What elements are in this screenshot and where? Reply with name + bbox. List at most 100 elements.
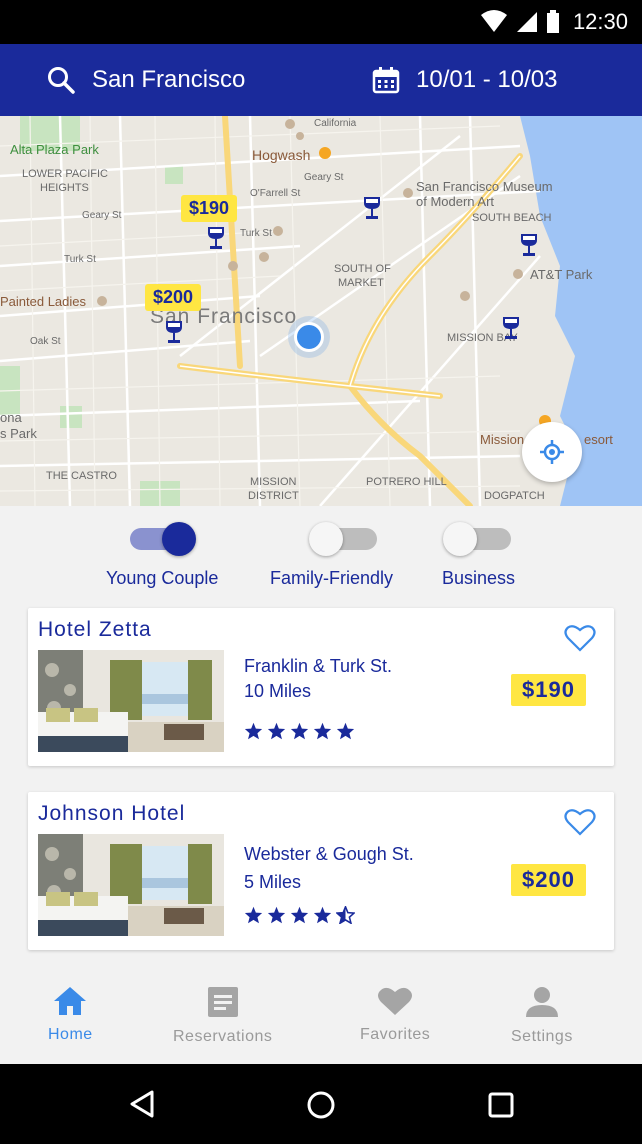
battery-icon	[547, 10, 559, 33]
toggle-knob	[308, 522, 343, 556]
nav-favorites[interactable]: Favorites	[360, 986, 430, 1044]
map-label: Turk St	[64, 254, 96, 265]
map-label: Mission	[480, 432, 525, 447]
toggle-switch[interactable]	[308, 522, 377, 556]
map-view[interactable]: Alta Plaza Park LOWER PACIFIC HEIGHTS Ge…	[0, 116, 642, 506]
hotel-address: Webster & Gough St.	[244, 844, 414, 864]
my-location-button[interactable]	[522, 422, 582, 482]
home-circle-icon[interactable]	[306, 1090, 336, 1120]
hotel-pin-icon[interactable]	[207, 226, 225, 250]
calendar-icon	[372, 67, 400, 94]
star-rating	[244, 722, 355, 740]
hotel-pin-icon[interactable]	[502, 316, 520, 340]
map-label: Hogwash	[252, 147, 311, 163]
location-text: San Francisco	[92, 66, 246, 93]
star-icon	[290, 906, 309, 924]
filter-label: Family-Friendly	[270, 568, 394, 588]
map-label: O'Farrell St	[250, 188, 301, 199]
hotel-photo	[38, 834, 224, 936]
nav-label: Reservations	[173, 1028, 273, 1045]
map-label: Geary St	[304, 172, 344, 183]
map-label: AT&T Park	[530, 267, 593, 282]
star-icon	[290, 722, 309, 740]
map-label: LOWER PACIFIC	[22, 168, 108, 180]
hotel-address: Franklin & Turk St.	[244, 656, 393, 676]
toggle-knob	[442, 522, 477, 556]
nav-label: Settings	[511, 1028, 573, 1045]
star-half-icon	[336, 906, 355, 924]
star-icon	[313, 722, 332, 740]
hotel-pin-icon[interactable]	[520, 233, 538, 257]
nav-reservations[interactable]: Reservations	[173, 986, 272, 1046]
clock: 12:30	[572, 9, 628, 34]
wifi-icon	[481, 10, 507, 32]
favorite-heart-icon[interactable]	[564, 808, 596, 836]
price-pin[interactable]: $190	[181, 195, 238, 222]
map-label: Painted Ladies	[0, 294, 87, 309]
map-label: THE CASTRO	[46, 470, 117, 482]
star-icon	[244, 906, 263, 924]
map-label: Turk St	[240, 228, 272, 239]
star-icon	[267, 906, 286, 924]
map-label: MARKET	[338, 277, 384, 289]
back-icon[interactable]	[128, 1090, 156, 1118]
person-icon	[525, 987, 558, 1017]
heart-icon	[378, 987, 413, 1015]
map-label: DISTRICT	[248, 490, 299, 502]
crosshair-icon	[540, 440, 564, 464]
nav-home[interactable]: Home	[48, 986, 93, 1044]
hotel-distance: 10 Miles	[244, 681, 312, 701]
filter-business[interactable]: Business	[442, 520, 515, 589]
filter-bar: Young Couple Family-Friendly Business	[0, 506, 642, 596]
filter-label: Business	[442, 568, 516, 588]
nav-label: Home	[48, 1026, 93, 1043]
toggle-switch[interactable]	[442, 522, 511, 556]
hotel-price: $200	[511, 864, 586, 896]
nav-settings[interactable]: Settings	[511, 986, 573, 1046]
document-icon	[207, 987, 238, 1017]
search-icon	[48, 67, 75, 94]
hotel-photo	[38, 650, 224, 752]
map-label: ona	[0, 410, 22, 425]
hotel-address-block: Webster & Gough St. 5 Miles	[244, 840, 414, 896]
hotel-name: Hotel Zetta	[38, 618, 152, 641]
map-label: San Francisco Museum	[416, 179, 553, 194]
filter-family-friendly[interactable]: Family-Friendly	[270, 520, 393, 589]
filter-young-couple[interactable]: Young Couple	[106, 520, 218, 589]
status-bar: 12:30	[0, 0, 642, 44]
hotel-name: Johnson Hotel	[38, 802, 186, 825]
bottom-navigation: Home Reservations Favorites Settings	[0, 972, 642, 1064]
map-label: Geary St	[82, 210, 122, 221]
recent-apps-icon[interactable]	[487, 1091, 515, 1119]
hotel-price: $190	[511, 674, 586, 706]
hotel-address-block: Franklin & Turk St. 10 Miles	[244, 654, 392, 704]
date-range-selector[interactable]: 10/01 - 10/03	[372, 44, 557, 116]
hotel-card[interactable]: Johnson Hotel Webster & Gough St. 5 Mile…	[28, 792, 614, 950]
star-rating	[244, 906, 355, 924]
map-label: MISSION	[250, 476, 297, 488]
toggle-knob	[162, 522, 197, 556]
location-search[interactable]: San Francisco	[46, 44, 245, 116]
map-label: SOUTH BEACH	[472, 212, 552, 224]
map-label: of Modern Art	[416, 194, 495, 209]
map-label: California	[314, 118, 357, 129]
hotel-pin-icon[interactable]	[165, 320, 183, 344]
nav-label: Favorites	[360, 1026, 431, 1043]
hotel-card[interactable]: Hotel Zetta Franklin & Turk St. 10 Miles…	[28, 608, 614, 766]
star-icon	[267, 722, 286, 740]
system-navigation-bar	[0, 1064, 642, 1144]
map-label: HEIGHTS	[40, 182, 89, 194]
star-icon	[244, 722, 263, 740]
favorite-heart-icon[interactable]	[564, 624, 596, 652]
status-icons	[480, 10, 560, 34]
price-pin[interactable]: $200	[145, 284, 202, 311]
map-label: POTRERO HILL	[366, 476, 447, 488]
star-icon	[313, 906, 332, 924]
hotel-distance: 5 Miles	[244, 872, 302, 892]
hotel-pin-icon[interactable]	[363, 196, 381, 220]
map-label: Oak St	[30, 336, 61, 347]
map-label: DOGPATCH	[484, 490, 545, 502]
map-label: SOUTH OF	[334, 263, 391, 275]
toggle-switch[interactable]	[130, 522, 197, 556]
date-range-text: 10/01 - 10/03	[416, 66, 558, 93]
